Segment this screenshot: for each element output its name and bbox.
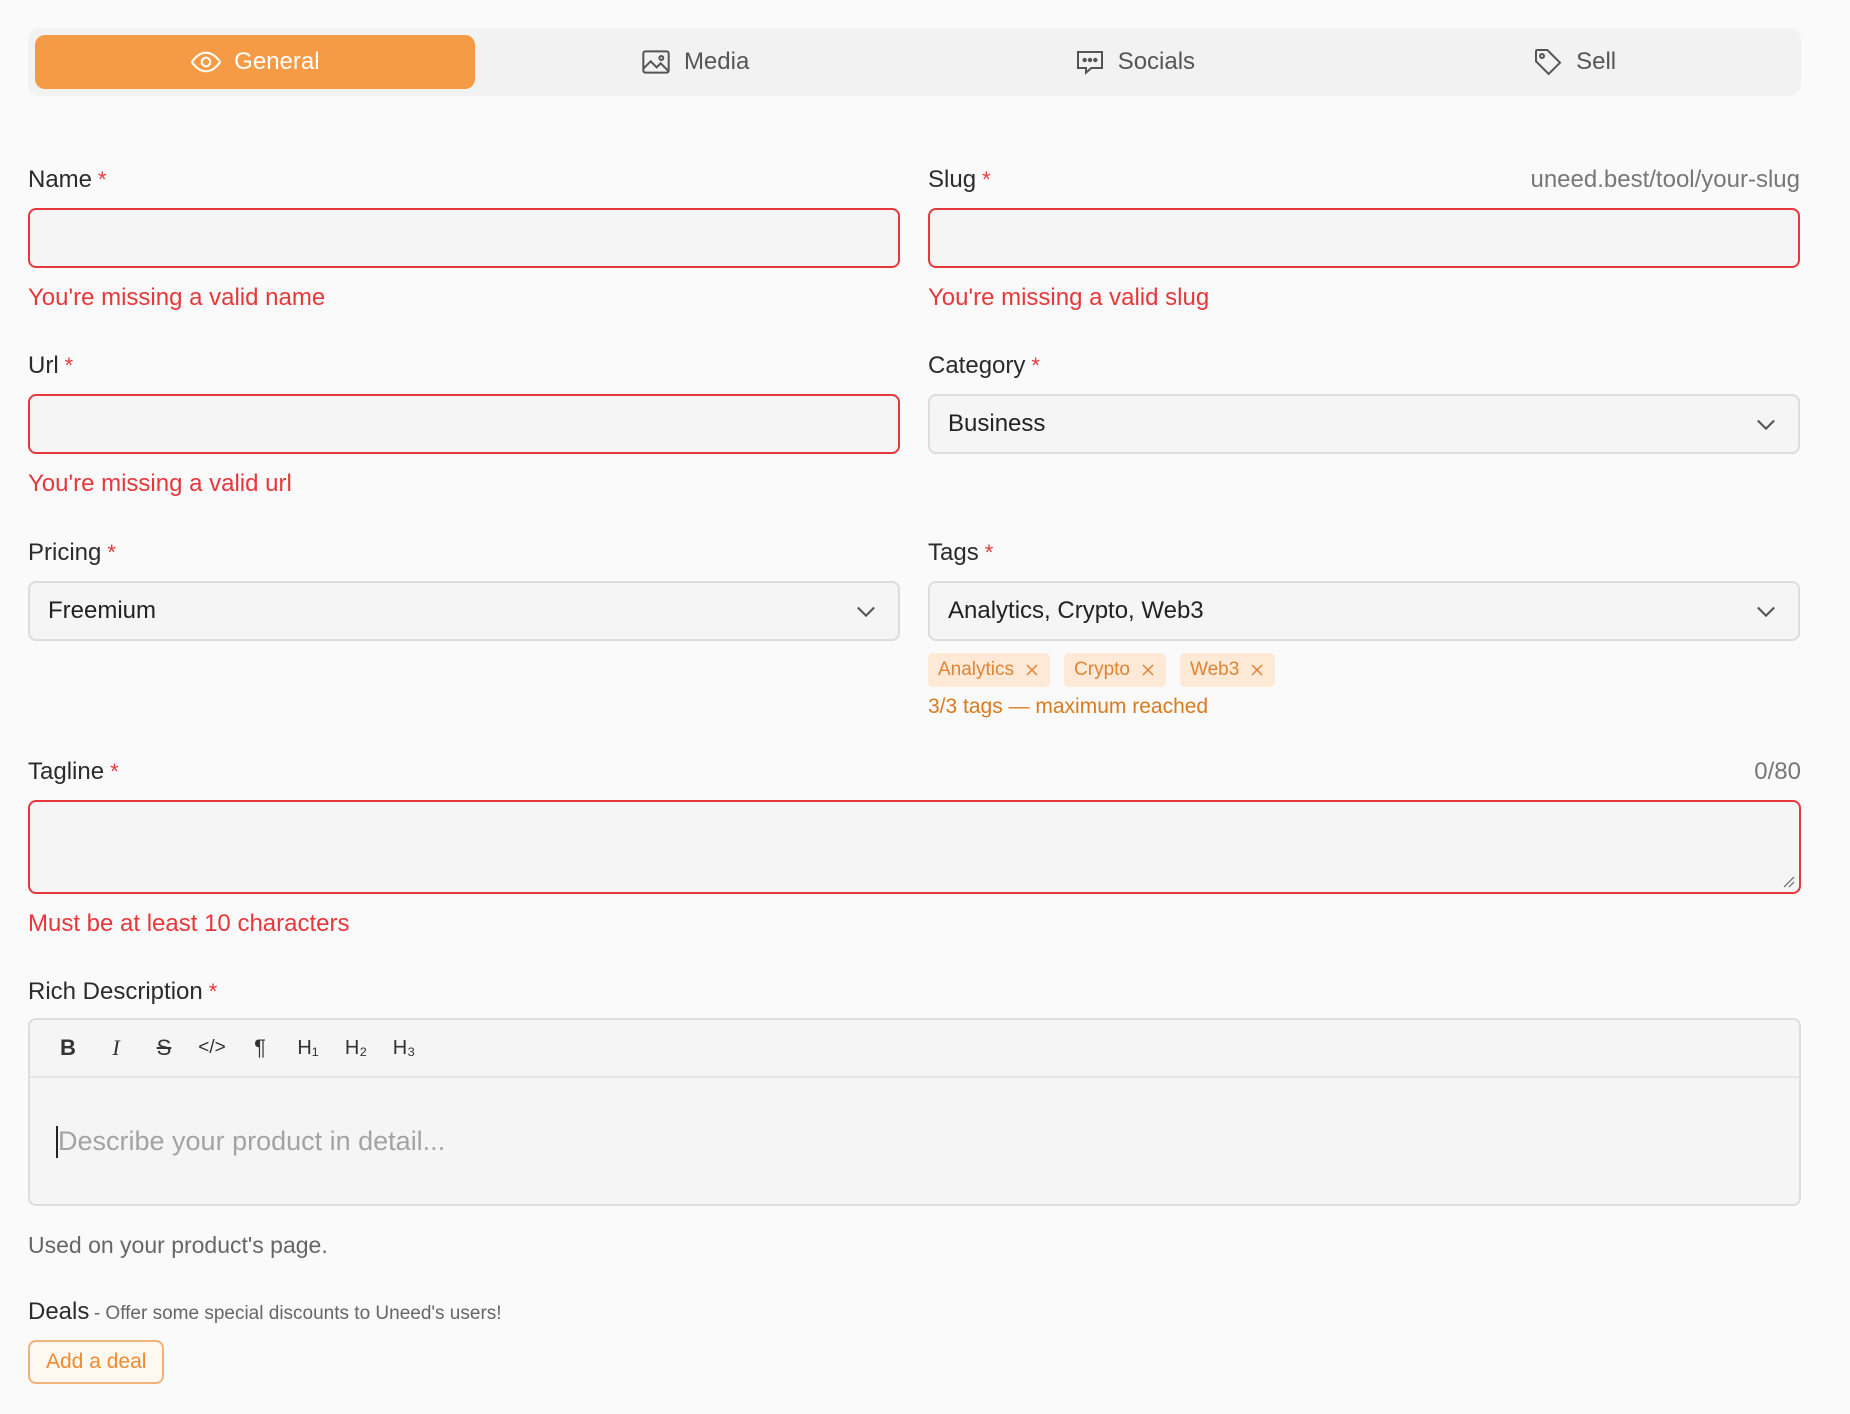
close-icon[interactable]	[1140, 662, 1156, 678]
image-icon	[642, 50, 670, 74]
field-tags: Tags * Analytics, Crypto, Web3 Analytics …	[928, 537, 1800, 719]
tab-media-label: Media	[683, 48, 750, 75]
heading-1-button[interactable]: H₁	[292, 1032, 324, 1064]
chevron-down-icon	[1757, 606, 1775, 618]
tab-media[interactable]: Media	[475, 35, 915, 89]
rich-text-editor: B I S </> ¶ H₁ H₂ H₃ Describe your produ…	[28, 1018, 1801, 1206]
heading-2-button[interactable]: H₂	[340, 1032, 372, 1064]
tab-sell-label: Sell	[1576, 48, 1617, 75]
deals-subtitle: - Offer some special discounts to Uneed'…	[93, 1303, 502, 1324]
code-button[interactable]: </>	[196, 1032, 228, 1064]
description-label: Rich Description *	[28, 976, 1801, 1008]
tag-chip: Web3	[1180, 653, 1276, 687]
slug-url-hint: uneed.best/tool/your-slug	[1530, 166, 1800, 193]
category-label: Category *	[928, 350, 1800, 382]
close-icon[interactable]	[1024, 662, 1040, 678]
chevron-down-icon	[857, 606, 875, 618]
required-mark: *	[208, 979, 218, 1004]
tab-general-label: General	[234, 48, 320, 75]
tags-label: Tags *	[928, 537, 1800, 569]
category-select[interactable]: Business	[928, 394, 1800, 454]
required-mark: *	[984, 540, 994, 565]
submit-form: General Media Socials Sell Name * You're…	[28, 28, 1801, 1384]
tagline-counter: 0/80	[1754, 758, 1801, 785]
close-icon[interactable]	[1249, 662, 1265, 678]
url-input[interactable]	[28, 394, 900, 454]
pricing-select[interactable]: Freemium	[28, 581, 900, 641]
slug-input[interactable]	[928, 208, 1800, 268]
chat-icon	[1076, 51, 1103, 75]
pricing-label: Pricing *	[28, 537, 900, 569]
name-input[interactable]	[28, 208, 900, 268]
tag-chip-label: Analytics	[938, 659, 1015, 680]
tags-select[interactable]: Analytics, Crypto, Web3	[928, 581, 1800, 641]
tab-socials-label: Socials	[1117, 48, 1196, 75]
field-slug: Slug * uneed.best/tool/your-slug You're m…	[928, 164, 1800, 314]
tag-chip-label: Crypto	[1074, 659, 1130, 680]
field-pricing: Pricing * Freemium	[28, 537, 900, 641]
tag-chip: Crypto	[1064, 653, 1166, 687]
required-mark: *	[1031, 353, 1040, 378]
bold-button[interactable]: B	[52, 1032, 84, 1064]
add-deal-button[interactable]: Add a deal	[28, 1340, 165, 1384]
editor-placeholder: Describe your product in detail...	[58, 1126, 446, 1156]
tag-chip-label: Web3	[1190, 659, 1240, 680]
tag-icon	[1535, 49, 1562, 76]
paragraph-button[interactable]: ¶	[244, 1032, 276, 1064]
description-help: Used on your product's page.	[28, 1232, 328, 1258]
chevron-down-icon	[1757, 419, 1775, 431]
tagline-error: Must be at least 10 characters	[28, 910, 350, 937]
required-mark: *	[98, 167, 107, 192]
required-mark: *	[982, 167, 991, 192]
tagline-input[interactable]	[28, 800, 1801, 894]
tagline-label: Tagline *	[28, 756, 1801, 788]
italic-button[interactable]: I	[100, 1032, 132, 1064]
pricing-value: Freemium	[48, 597, 157, 624]
required-mark: *	[110, 759, 119, 784]
name-error: You're missing a valid name	[28, 284, 326, 311]
strikethrough-button[interactable]: S	[148, 1032, 180, 1064]
field-url: Url * You're missing a valid url	[28, 350, 900, 500]
tab-sell[interactable]: Sell	[1354, 35, 1794, 89]
deals-title: Deals	[28, 1298, 90, 1325]
deals-section: Deals - Offer some special discounts to …	[28, 1298, 1801, 1384]
required-mark: *	[107, 540, 116, 565]
category-value: Business	[948, 410, 1046, 437]
editor-toolbar: B I S </> ¶ H₁ H₂ H₃	[30, 1020, 1799, 1078]
tab-bar: General Media Socials Sell	[28, 28, 1801, 96]
resize-handle-icon[interactable]	[1781, 874, 1795, 888]
url-label: Url *	[28, 350, 900, 382]
field-name: Name * You're missing a valid name	[28, 164, 900, 314]
required-mark: *	[64, 353, 74, 378]
tab-general[interactable]: General	[35, 35, 475, 89]
name-label: Name *	[28, 164, 900, 196]
tag-chip: Analytics	[928, 653, 1051, 687]
tag-chips: Analytics Crypto Web3	[928, 653, 1800, 687]
field-category: Category * Business	[928, 350, 1800, 454]
heading-3-button[interactable]: H₃	[388, 1032, 420, 1064]
tag-limit-text: 3/3 tags — maximum reached	[928, 695, 1209, 718]
slug-error: You're missing a valid slug	[928, 284, 1210, 311]
editor-content[interactable]: Describe your product in detail...	[30, 1078, 1799, 1206]
url-error: You're missing a valid url	[28, 470, 292, 497]
field-description: Rich Description * B I S </> ¶ H₁ H₂ H₃ D…	[28, 976, 1801, 1259]
tab-socials[interactable]: Socials	[915, 35, 1355, 89]
field-tagline: Tagline * 0/80 Must be at least 10 charac…	[28, 756, 1801, 940]
eye-icon	[190, 51, 222, 73]
tags-value: Analytics, Crypto, Web3	[948, 597, 1204, 624]
